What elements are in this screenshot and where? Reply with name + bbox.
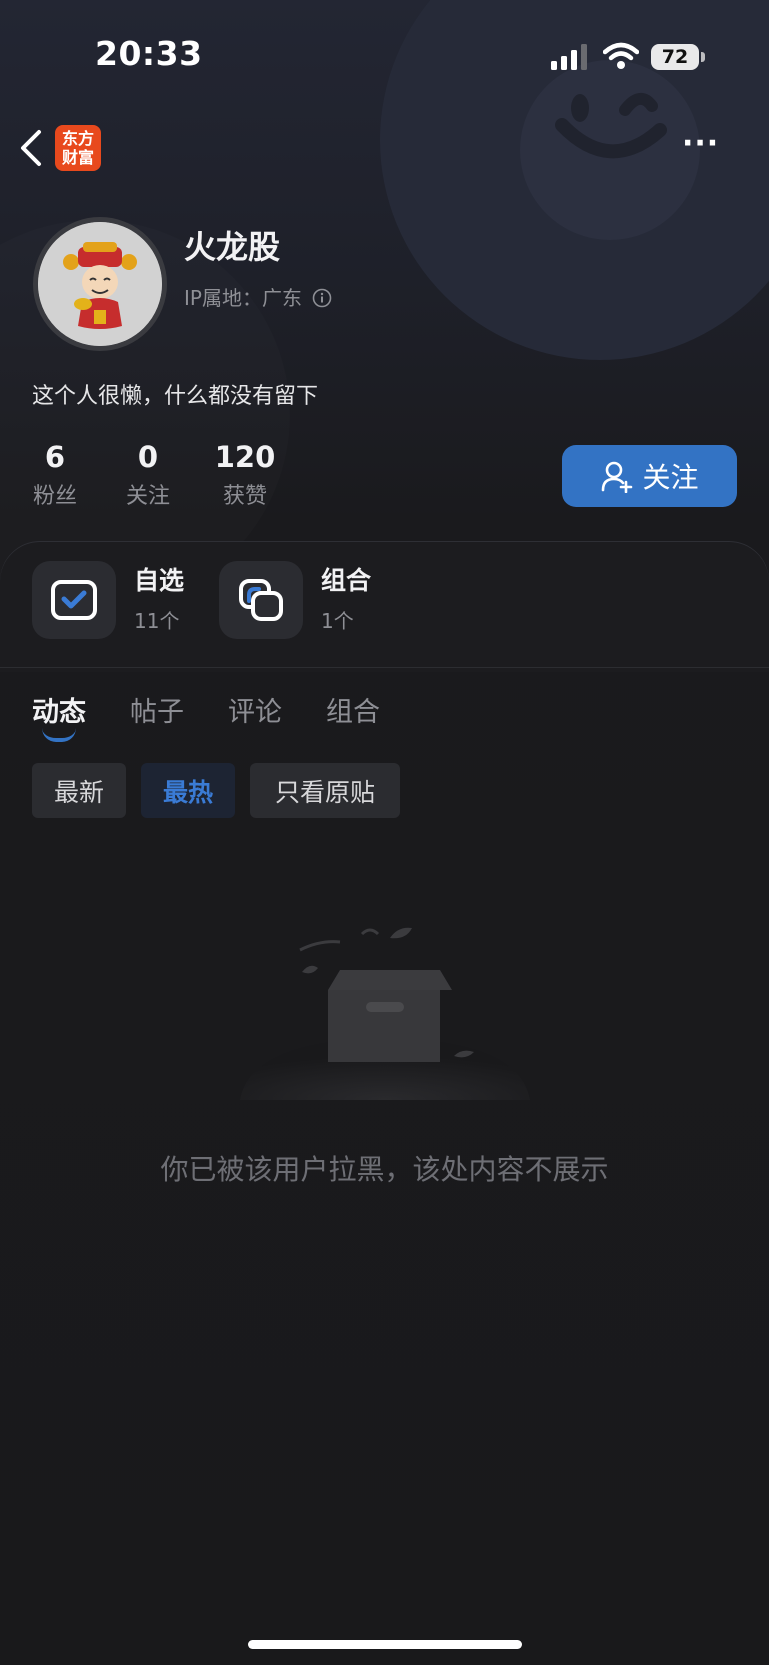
- follow-button[interactable]: 关注: [562, 445, 737, 507]
- stat-likes[interactable]: 120 获赞: [210, 440, 280, 510]
- tab-portfolios[interactable]: 组合: [326, 690, 380, 729]
- portfolio-tile: [219, 561, 303, 639]
- more-icon[interactable]: ···: [682, 126, 719, 161]
- username: 火龙股: [184, 228, 281, 266]
- avatar[interactable]: [33, 217, 167, 351]
- stat-label: 粉丝: [32, 484, 77, 509]
- app-logo: 东方 财富: [55, 125, 101, 171]
- portfolio-title: 组合: [321, 566, 372, 595]
- logo-text-top: 东方: [61, 129, 94, 148]
- shortcut-portfolio[interactable]: 组合 1个: [219, 561, 371, 639]
- portfolio-icon: [239, 579, 283, 621]
- watchlist-title: 自选: [134, 566, 185, 595]
- stat-fans[interactable]: 6 粉丝: [28, 440, 82, 510]
- watchlist-tile: [32, 561, 116, 639]
- shortcut-watchlist[interactable]: 自选 11个: [32, 561, 184, 639]
- tab-comments[interactable]: 评论: [228, 690, 282, 729]
- ip-location-text: IP属地：广东: [184, 286, 302, 310]
- info-icon[interactable]: [312, 288, 332, 308]
- status-time: 20:33: [95, 34, 203, 73]
- stat-value: 120: [214, 440, 276, 474]
- stat-value: 0: [137, 440, 159, 474]
- signal-icon: [551, 44, 587, 70]
- stat-value: 6: [44, 440, 66, 474]
- empty-box-icon: [240, 927, 530, 1100]
- stat-following[interactable]: 0 关注: [121, 440, 175, 510]
- divider: [0, 667, 769, 668]
- follow-label: 关注: [642, 461, 699, 494]
- back-icon[interactable]: [18, 128, 44, 168]
- tab-active-indicator: [42, 728, 76, 742]
- screen: 20:33 72 东方 财富 ··· 火龙股 IP属地：广东 这个人很懒，什么都…: [0, 0, 769, 1665]
- add-user-icon: [602, 461, 633, 493]
- battery-indicator: 72: [651, 44, 699, 70]
- logo-text-bottom: 财富: [61, 148, 94, 167]
- stat-label: 获赞: [222, 484, 267, 509]
- empty-state-message: 你已被该用户拉黑，该处内容不展示: [160, 1153, 609, 1186]
- filter-original-only[interactable]: 只看原贴: [250, 763, 400, 818]
- ip-location: IP属地：广东: [184, 282, 332, 311]
- tab-posts[interactable]: 帖子: [130, 690, 184, 729]
- stat-label: 关注: [125, 484, 170, 509]
- portfolio-count: 1个: [321, 609, 354, 633]
- battery-tip: [701, 52, 705, 62]
- bio: 这个人很懒，什么都没有留下: [32, 384, 319, 409]
- watchlist-count: 11个: [134, 609, 180, 633]
- smiley-watermark-icon: [555, 93, 667, 159]
- filter-latest[interactable]: 最新: [32, 763, 126, 818]
- tab-activity[interactable]: 动态: [32, 690, 86, 729]
- avatar-illustration-icon: [38, 222, 162, 346]
- filter-hottest[interactable]: 最热: [141, 763, 235, 818]
- checkbox-icon: [51, 580, 97, 620]
- wifi-icon: [603, 42, 639, 69]
- home-indicator: [248, 1640, 522, 1649]
